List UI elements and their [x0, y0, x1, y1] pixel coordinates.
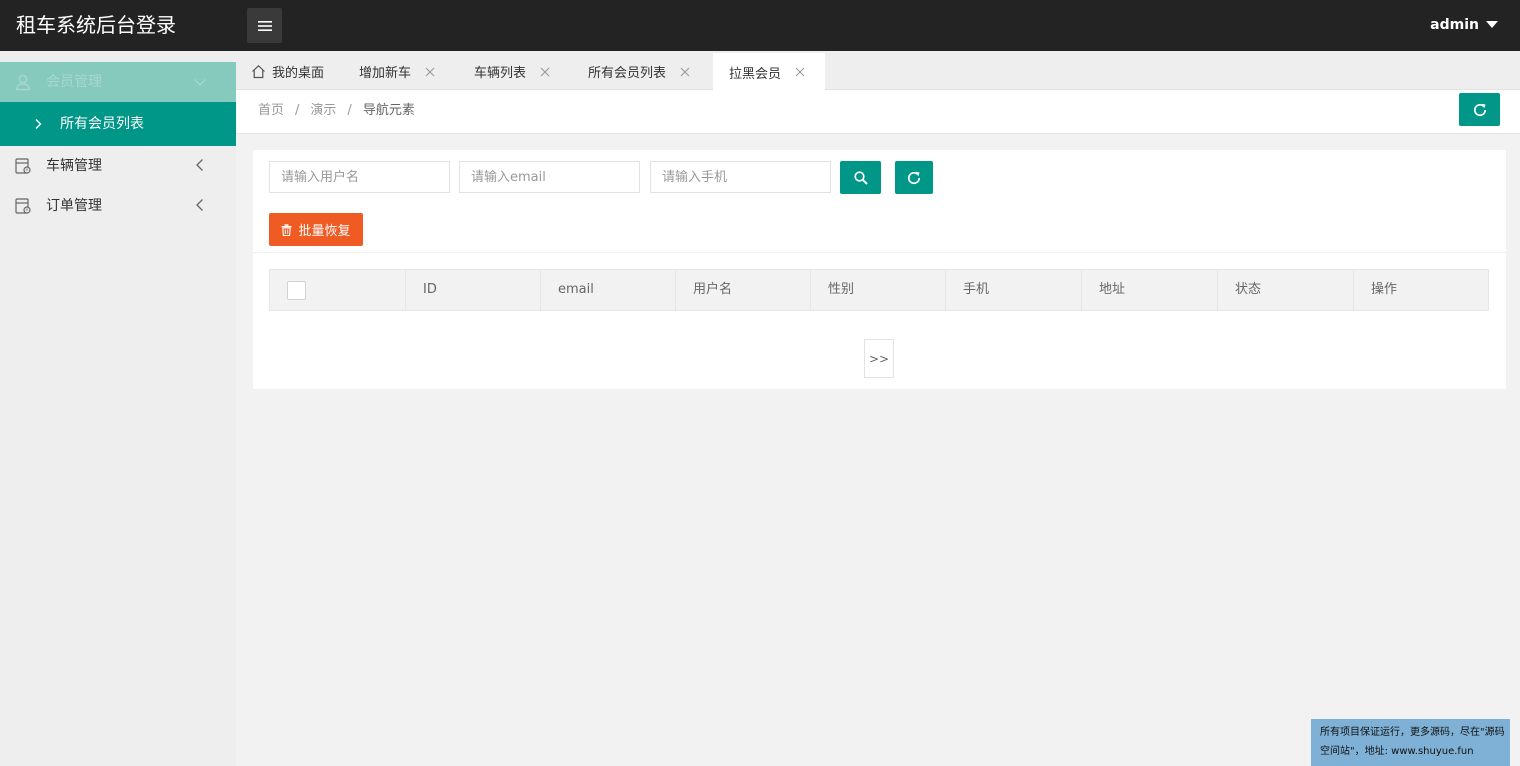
- breadcrumb-demo[interactable]: 演示: [310, 102, 336, 120]
- close-icon[interactable]: [795, 67, 805, 77]
- tab-label: 车辆列表: [474, 66, 527, 81]
- search-button[interactable]: [840, 161, 881, 194]
- table-header-cell[interactable]: email: [541, 270, 676, 310]
- close-icon[interactable]: [680, 67, 690, 77]
- app-title[interactable]: 租车系统后台登录: [16, 12, 176, 38]
- watermark-line: 空间站"，地址: www.shuyue.fun: [1320, 746, 1474, 757]
- car-icon: [15, 158, 31, 174]
- watermark-line: 所有项目保证运行，更多源码，尽在"源码: [1320, 727, 1505, 738]
- close-icon[interactable]: [425, 67, 435, 77]
- tab-my-desktop[interactable]: 我的桌面: [251, 53, 324, 90]
- tab-blacklisted-members[interactable]: 拉黑会员: [713, 53, 826, 91]
- sidebar-item-label: 会员管理: [46, 74, 102, 90]
- sidebar-item-member-management[interactable]: 会员管理: [0, 62, 236, 102]
- refresh-icon: [1473, 103, 1486, 116]
- select-all-checkbox[interactable]: [287, 281, 306, 300]
- chevron-left-icon: [196, 199, 203, 211]
- breadcrumb-current: 导航元素: [362, 103, 415, 118]
- tab-label: 我的桌面: [272, 66, 325, 81]
- batch-restore-label: 批量恢复: [298, 224, 351, 239]
- table-header-cell[interactable]: 操作: [1354, 270, 1488, 310]
- table-header-cell[interactable]: 用户名: [676, 270, 811, 310]
- user-name: admin: [1430, 17, 1479, 33]
- content-card: 批量恢复 ID email 用户名 性别 手机 地址 状态 操作 >>: [253, 150, 1506, 389]
- member-table: ID email 用户名 性别 手机 地址 状态 操作: [269, 269, 1489, 311]
- trash-icon: [281, 223, 292, 236]
- menu-toggle-button[interactable]: [247, 8, 282, 43]
- caret-down-icon: [1486, 20, 1498, 28]
- breadcrumb-separator: /: [295, 103, 300, 118]
- table-header-checkbox-cell: [270, 270, 406, 310]
- home-icon: [252, 64, 265, 79]
- tab-vehicle-list[interactable]: 车辆列表: [474, 53, 550, 90]
- tab-label: 所有会员列表: [588, 66, 667, 81]
- tab-label: 拉黑会员: [729, 66, 782, 82]
- tab-label: 增加新车: [359, 66, 412, 81]
- order-icon: [15, 198, 31, 214]
- sidebar: 会员管理 所有会员列表 车辆管理 订单管理: [0, 51, 236, 766]
- divider: [253, 252, 1506, 253]
- tab-all-members[interactable]: 所有会员列表: [588, 53, 690, 90]
- table-header-cell[interactable]: 性别: [811, 270, 946, 310]
- sidebar-sub-item-label: 所有会员列表: [60, 116, 144, 132]
- breadcrumb: 首页 / 演示 / 导航元素: [258, 102, 415, 120]
- email-search-input[interactable]: [459, 161, 640, 193]
- top-header: 租车系统后台登录 admin: [0, 0, 1520, 51]
- sidebar-item-all-members[interactable]: 所有会员列表: [0, 102, 236, 146]
- batch-restore-button[interactable]: 批量恢复: [269, 213, 363, 246]
- reset-button[interactable]: [895, 161, 933, 194]
- chevron-down-icon: [194, 79, 206, 86]
- search-icon: [853, 170, 868, 185]
- refresh-icon: [907, 171, 921, 184]
- pagination-next-button[interactable]: >>: [864, 339, 894, 378]
- sidebar-item-label: 订单管理: [46, 198, 102, 214]
- breadcrumb-home[interactable]: 首页: [258, 102, 284, 120]
- close-icon[interactable]: [540, 67, 550, 77]
- user-menu[interactable]: admin: [1430, 16, 1498, 34]
- chevron-right-icon: [35, 119, 42, 129]
- page-refresh-button[interactable]: [1459, 93, 1500, 126]
- phone-search-input[interactable]: [650, 161, 831, 193]
- table-header-cell[interactable]: ID: [406, 270, 541, 310]
- sidebar-item-label: 车辆管理: [46, 158, 102, 174]
- breadcrumb-bar: 首页 / 演示 / 导航元素: [236, 90, 1520, 134]
- watermark-notice: 所有项目保证运行，更多源码，尽在"源码 空间站"，地址: www.shuyue.…: [1311, 719, 1510, 766]
- menu-icon: [257, 20, 272, 31]
- table-header-cell[interactable]: 地址: [1082, 270, 1218, 310]
- breadcrumb-separator: /: [347, 103, 352, 118]
- chevron-left-icon: [196, 159, 203, 171]
- table-header-cell[interactable]: 手机: [946, 270, 1082, 310]
- sidebar-item-vehicle-management[interactable]: 车辆管理: [0, 146, 236, 186]
- sidebar-item-order-management[interactable]: 订单管理: [0, 186, 236, 226]
- tab-add-car[interactable]: 增加新车: [359, 53, 435, 90]
- user-icon: [15, 74, 31, 91]
- tab-bar: 我的桌面 增加新车 车辆列表 所有会员列表 拉黑会员: [236, 51, 1520, 91]
- table-header-cell[interactable]: 状态: [1218, 270, 1354, 310]
- username-search-input[interactable]: [269, 161, 450, 193]
